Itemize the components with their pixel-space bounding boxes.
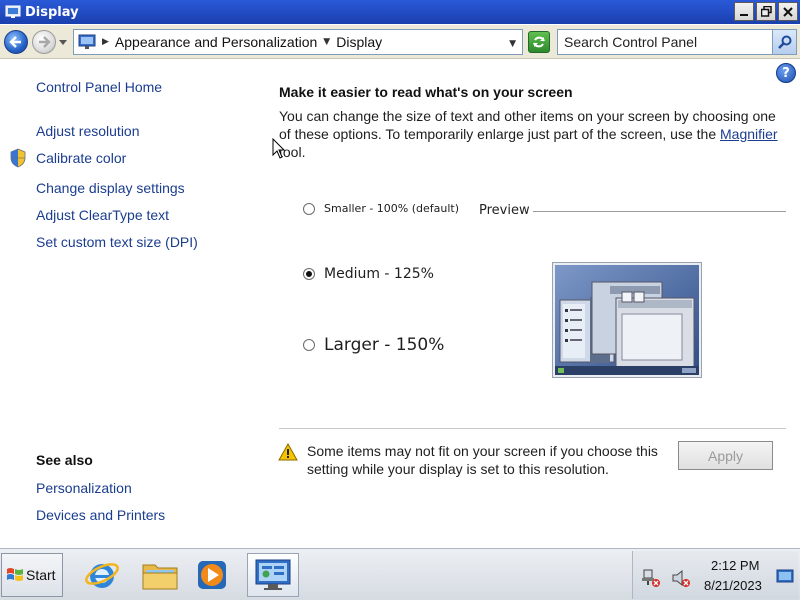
preview-label: Preview: [479, 203, 530, 218]
display-icon: [5, 5, 21, 18]
search-button[interactable]: [772, 30, 796, 54]
option-medium[interactable]: Medium - 125%: [303, 266, 434, 282]
page-heading: Make it easier to read what's on your sc…: [279, 84, 573, 100]
calibrate-color-link[interactable]: Calibrate color: [36, 150, 126, 166]
network-icon[interactable]: [641, 568, 661, 588]
search-icon: [777, 35, 791, 49]
left-task-pane: Control Panel Home Adjust resolution Cal…: [0, 60, 250, 548]
window-controls: [734, 2, 798, 21]
breadcrumb-chevron-icon[interactable]: ▼: [323, 37, 330, 47]
clock-time[interactable]: 2:12 PM: [711, 558, 759, 573]
option-larger-label: Larger - 150%: [324, 335, 445, 355]
refresh-button[interactable]: [528, 31, 550, 53]
uac-shield-icon: [10, 148, 26, 168]
help-button[interactable]: ?: [776, 63, 796, 83]
close-button[interactable]: [778, 2, 798, 21]
option-larger[interactable]: Larger - 150%: [303, 335, 444, 355]
clock-date[interactable]: 8/21/2023: [704, 578, 762, 593]
taskbar-media-player[interactable]: [186, 553, 238, 597]
notification-area: 2:12 PM 8/21/2023: [632, 551, 798, 599]
back-arrow-icon: [9, 36, 21, 48]
radio-larger[interactable]: [303, 339, 315, 351]
refresh-icon: [533, 36, 545, 48]
see-also-heading: See also: [36, 452, 93, 468]
section-divider: [279, 428, 786, 429]
preview-image: [552, 262, 702, 378]
taskbar-file-explorer[interactable]: [134, 553, 186, 597]
restore-icon: [760, 6, 772, 17]
magnifier-link[interactable]: Magnifier: [720, 126, 778, 142]
main-content: ? Make it easier to read what's on your …: [250, 60, 800, 548]
start-label: Start: [26, 567, 56, 583]
radio-medium[interactable]: [303, 268, 315, 280]
taskbar: Start 2:12 PM 8/21/2023: [0, 548, 800, 600]
start-button[interactable]: Start: [1, 553, 63, 597]
forward-button[interactable]: [32, 30, 56, 54]
mouse-cursor-icon: [272, 138, 286, 159]
option-smaller-label: Smaller - 100% (default): [324, 202, 460, 215]
search-input[interactable]: [558, 31, 768, 53]
address-bar[interactable]: ▶ Appearance and Personalization ▼ Displ…: [73, 29, 523, 55]
description-text: You can change the size of text and othe…: [279, 108, 776, 142]
devices-and-printers-link[interactable]: Devices and Printers: [36, 507, 165, 523]
page-description: You can change the size of text and othe…: [279, 107, 784, 161]
minimize-button[interactable]: [734, 2, 754, 21]
media-player-icon: [198, 561, 226, 589]
taskbar-control-panel[interactable]: [247, 553, 299, 597]
taskbar-internet-explorer[interactable]: [76, 553, 128, 597]
control-panel-icon: [78, 34, 96, 49]
control-panel-icon: [255, 559, 291, 590]
preview-divider: [533, 211, 786, 212]
address-dropdown-icon[interactable]: ▼: [509, 39, 516, 49]
forward-arrow-icon: [39, 36, 51, 48]
breadcrumb-display[interactable]: Display: [336, 34, 382, 50]
navigation-bar: ▶ Appearance and Personalization ▼ Displ…: [0, 25, 800, 59]
breadcrumb-appearance[interactable]: Appearance and Personalization: [115, 34, 317, 50]
custom-text-size-link[interactable]: Set custom text size (DPI): [36, 234, 198, 250]
title-bar: Display: [0, 0, 800, 24]
warning-icon: [278, 443, 298, 461]
restore-button[interactable]: [756, 2, 776, 21]
warning-text: Some items may not fit on your screen if…: [307, 443, 658, 477]
window-title: Display: [25, 4, 79, 20]
apply-button[interactable]: Apply: [678, 441, 773, 470]
minimize-icon: [740, 13, 748, 16]
recent-pages-chevron-icon[interactable]: [59, 40, 67, 46]
close-icon: [783, 6, 793, 17]
personalization-link[interactable]: Personalization: [36, 480, 132, 496]
back-button[interactable]: [4, 30, 28, 54]
volume-muted-icon[interactable]: [671, 568, 691, 588]
show-desktop-icon[interactable]: [775, 567, 795, 587]
option-medium-label: Medium - 125%: [324, 266, 434, 282]
change-display-settings-link[interactable]: Change display settings: [36, 180, 185, 196]
adjust-resolution-link[interactable]: Adjust resolution: [36, 123, 140, 139]
option-smaller[interactable]: Smaller - 100% (default): [303, 202, 459, 215]
adjust-cleartype-link[interactable]: Adjust ClearType text: [36, 207, 169, 223]
help-icon: ?: [782, 65, 790, 81]
internet-explorer-icon: [85, 563, 119, 588]
radio-smaller[interactable]: [303, 202, 315, 215]
folder-icon: [142, 564, 178, 590]
search-box: [557, 29, 797, 55]
windows-logo-icon: [7, 568, 23, 581]
breadcrumb-chevron-icon[interactable]: ▶: [102, 37, 109, 47]
control-panel-home-link[interactable]: Control Panel Home: [36, 79, 162, 95]
